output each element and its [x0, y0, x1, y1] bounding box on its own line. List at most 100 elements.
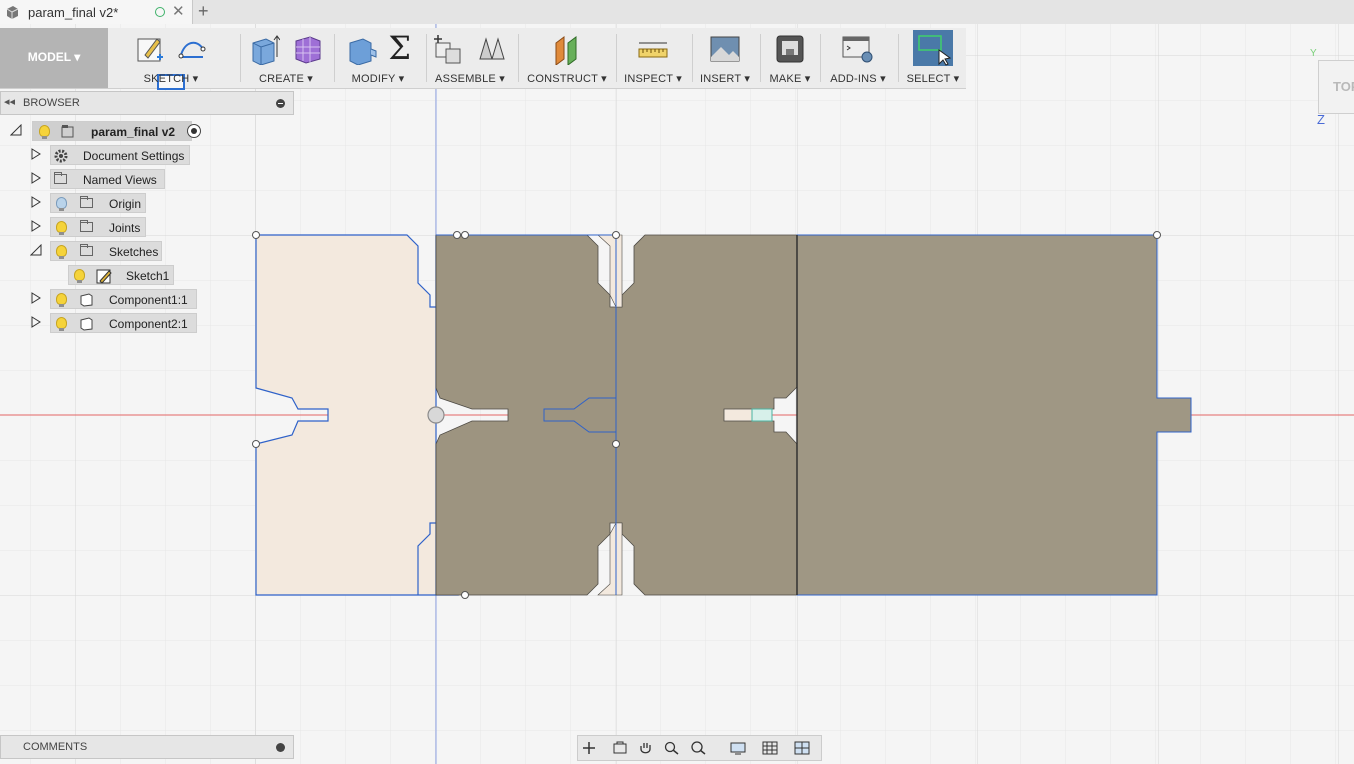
zoom-icon[interactable]: [664, 741, 680, 755]
create-group[interactable]: CREATE ▾: [244, 28, 328, 88]
item-label: Origin: [109, 197, 142, 211]
viewcube-face-top[interactable]: TOP: [1333, 79, 1354, 94]
construct-group[interactable]: CONSTRUCT ▾: [522, 28, 612, 88]
item-box[interactable]: Sketch1: [68, 265, 174, 285]
expand-arrow-icon[interactable]: [30, 148, 42, 160]
visibility-bulb-icon[interactable]: [56, 221, 67, 235]
item-box[interactable]: Document Settings: [50, 145, 190, 165]
browser-item-named-views[interactable]: Named Views: [30, 169, 200, 189]
visibility-bulb-icon[interactable]: [74, 269, 85, 283]
browser-root-node[interactable]: param_final v2: [10, 121, 210, 141]
item-box[interactable]: Component1:1: [50, 289, 197, 309]
browser-title: BROWSER: [23, 97, 80, 109]
joint-glyph-icon[interactable]: [751, 408, 773, 422]
zoom-window-icon[interactable]: [690, 741, 706, 755]
viewports-icon[interactable]: [794, 741, 810, 755]
expand-arrow-icon[interactable]: [30, 172, 42, 184]
new-tab-button[interactable]: +: [198, 1, 209, 22]
browser-panel-header[interactable]: ◂◂ BROWSER: [0, 91, 294, 115]
browser-item-component1[interactable]: Component1:1: [30, 289, 210, 309]
visibility-bulb-icon[interactable]: [56, 293, 67, 307]
item-box[interactable]: Joints: [50, 217, 146, 237]
activate-radio-icon[interactable]: [187, 124, 201, 138]
visibility-bulb-icon[interactable]: [39, 125, 50, 139]
construct-menu-label[interactable]: CONSTRUCT ▾: [522, 72, 612, 85]
pan-hand-icon[interactable]: [638, 741, 654, 755]
gear-icon: [54, 149, 68, 163]
make-group[interactable]: MAKE ▾: [762, 28, 818, 88]
item-box[interactable]: Component2:1: [50, 313, 197, 333]
expand-triangle-icon[interactable]: [10, 124, 22, 136]
modify-menu-label[interactable]: MODIFY ▾: [336, 72, 420, 85]
expand-arrow-icon[interactable]: [30, 292, 42, 304]
browser-item-origin[interactable]: Origin: [30, 193, 200, 213]
parameters-sigma-icon[interactable]: Σ: [388, 32, 411, 64]
component2-body[interactable]: [796, 234, 1192, 596]
look-at-icon[interactable]: [612, 741, 628, 755]
folder-icon: [80, 196, 93, 208]
create-sketch-icon[interactable]: [135, 33, 165, 65]
offset-plane-icon[interactable]: [550, 33, 584, 65]
sketch-group[interactable]: SKETCH ▾: [112, 28, 230, 90]
press-pull-icon[interactable]: [345, 33, 377, 65]
expand-arrow-icon[interactable]: [30, 220, 42, 232]
grid-settings-icon[interactable]: [762, 741, 778, 755]
item-label: Component1:1: [109, 293, 188, 307]
browser-item-document-settings[interactable]: Document Settings: [30, 145, 200, 165]
folder-icon: [54, 172, 67, 184]
extrude-icon[interactable]: [248, 33, 281, 65]
viewcube[interactable]: TOP: [1318, 60, 1354, 114]
create-menu-label[interactable]: CREATE ▾: [244, 72, 328, 85]
display-settings-icon[interactable]: [730, 741, 746, 755]
expand-arrow-icon[interactable]: [30, 196, 42, 208]
collapse-browser-icon[interactable]: ◂◂: [4, 95, 15, 108]
assemble-menu-label[interactable]: ASSEMBLE ▾: [428, 72, 512, 85]
browser-item-joints[interactable]: Joints: [30, 217, 200, 237]
add-comment-icon[interactable]: [276, 743, 285, 752]
select-menu-label[interactable]: SELECT ▾: [902, 72, 964, 85]
orbit-icon[interactable]: [582, 741, 598, 755]
browser-item-sketch1[interactable]: Sketch1: [68, 265, 188, 285]
browser-item-component2[interactable]: Component2:1: [30, 313, 210, 333]
assemble-group[interactable]: ASSEMBLE ▾: [428, 28, 512, 88]
minimize-browser-icon[interactable]: [276, 99, 285, 108]
select-window-icon[interactable]: [913, 30, 953, 66]
item-box[interactable]: Named Views: [50, 169, 165, 189]
scripts-addins-icon[interactable]: [841, 33, 875, 65]
inspect-group[interactable]: INSPECT ▾: [618, 28, 688, 88]
item-label: Component2:1: [109, 317, 188, 331]
3d-print-icon[interactable]: [774, 33, 806, 65]
line-arc-icon[interactable]: [177, 33, 207, 65]
new-component-icon[interactable]: [432, 33, 464, 65]
insert-menu-label[interactable]: INSERT ▾: [694, 72, 756, 85]
item-box[interactable]: Origin: [50, 193, 146, 213]
modify-group[interactable]: Σ MODIFY ▾: [336, 28, 420, 88]
select-group[interactable]: SELECT ▾: [902, 28, 964, 88]
root-node-box[interactable]: param_final v2: [32, 121, 192, 141]
visibility-bulb-icon[interactable]: [56, 245, 67, 259]
document-cube-icon: [6, 6, 19, 19]
close-tab-icon[interactable]: ✕: [172, 2, 185, 20]
item-box[interactable]: Sketches: [50, 241, 162, 261]
collapse-triangle-icon[interactable]: [30, 244, 42, 256]
sketch-icon: [96, 269, 112, 284]
origin-point-icon[interactable]: [427, 406, 445, 424]
insert-image-icon[interactable]: [709, 33, 741, 65]
comments-panel[interactable]: COMMENTS: [0, 735, 294, 759]
item-label: Document Settings: [83, 149, 185, 163]
addins-menu-label[interactable]: ADD-INS ▾: [822, 72, 894, 85]
sketch-menu-label[interactable]: SKETCH ▾: [112, 72, 230, 85]
visibility-bulb-off-icon[interactable]: [56, 197, 67, 211]
joint-icon[interactable]: [476, 33, 508, 65]
visibility-bulb-icon[interactable]: [56, 317, 67, 331]
addins-group[interactable]: ADD-INS ▾: [822, 28, 894, 88]
make-menu-label[interactable]: MAKE ▾: [762, 72, 818, 85]
browser-item-sketches[interactable]: Sketches: [30, 241, 200, 261]
document-tab[interactable]: param_final v2* ✕: [0, 0, 193, 24]
form-icon[interactable]: [292, 33, 324, 65]
workspace-mode-button[interactable]: MODEL ▾: [0, 28, 108, 88]
insert-group[interactable]: INSERT ▾: [694, 28, 756, 88]
inspect-menu-label[interactable]: INSPECT ▾: [618, 72, 688, 85]
measure-icon[interactable]: [637, 33, 669, 65]
expand-arrow-icon[interactable]: [30, 316, 42, 328]
